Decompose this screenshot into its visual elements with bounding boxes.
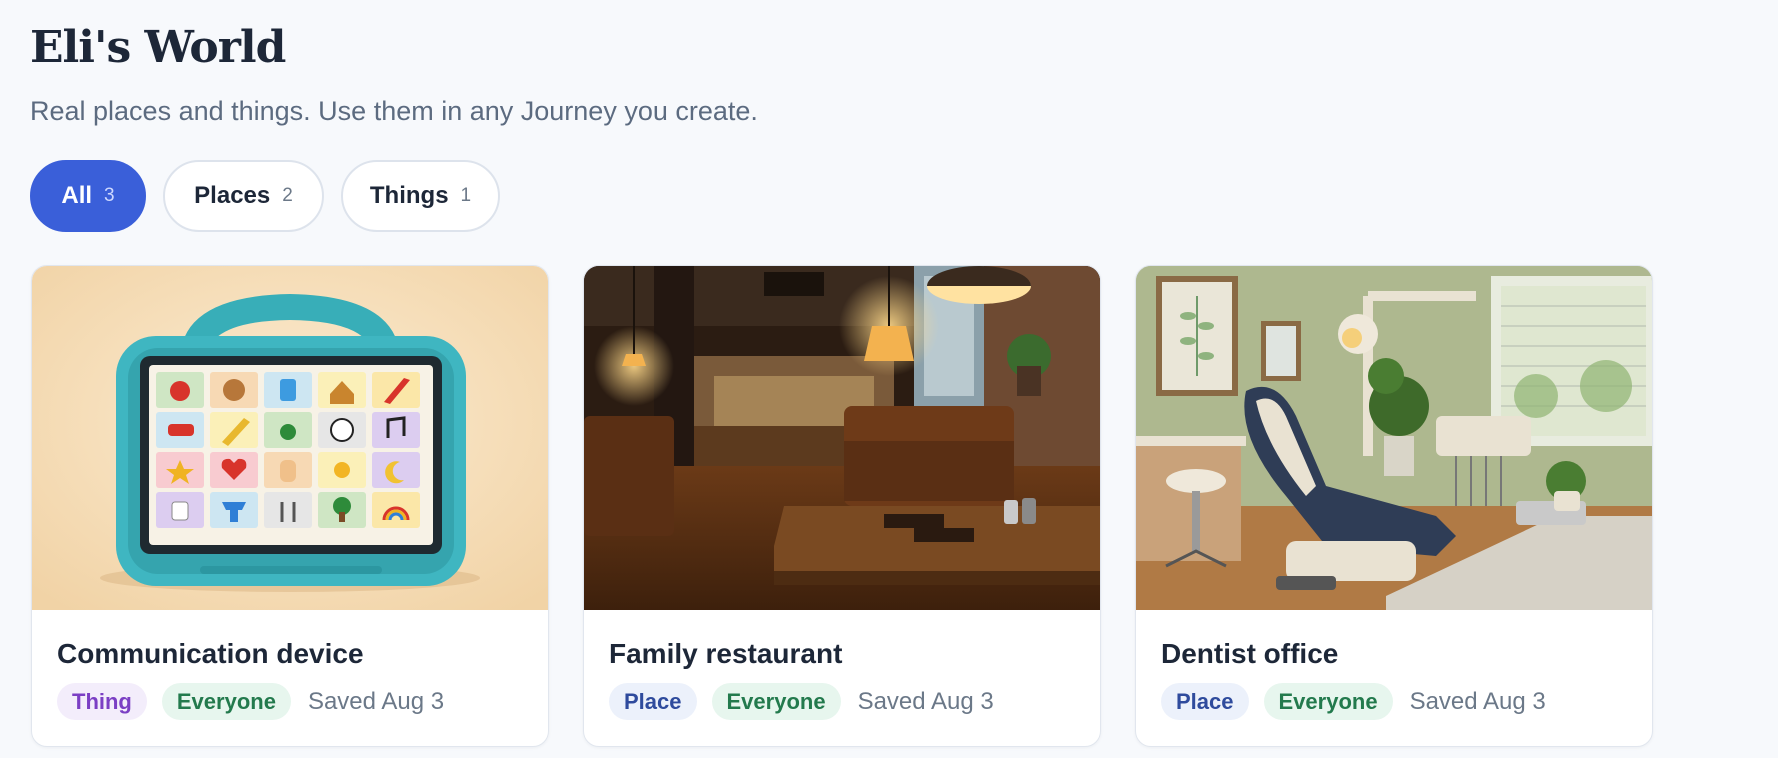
- filter-all-chip[interactable]: All 3: [30, 160, 146, 232]
- audience-badge: Everyone: [711, 683, 841, 720]
- audience-badge: Everyone: [161, 683, 291, 720]
- filter-places-chip[interactable]: Places 2: [163, 160, 324, 232]
- card-title: Communication device: [57, 638, 364, 669]
- filter-all-label: All: [61, 182, 93, 209]
- filter-places-label: Places: [194, 182, 271, 209]
- filter-bar: All 3 Places 2 Things 1: [30, 160, 500, 232]
- card-communication-device[interactable]: Communication device Thing Everyone Save…: [31, 265, 549, 747]
- filter-things-count: 1: [460, 185, 472, 206]
- filter-things-chip[interactable]: Things 1: [341, 160, 500, 232]
- card-title: Dentist office: [1161, 638, 1339, 669]
- type-badge: Thing: [57, 683, 147, 720]
- audience-badge: Everyone: [1263, 683, 1393, 720]
- card-meta: Place Everyone Saved Aug 3: [1161, 683, 1546, 720]
- filter-all-count: 3: [104, 185, 115, 206]
- card-image-dentist: [1136, 266, 1652, 610]
- filter-things-label: Things: [369, 182, 449, 209]
- card-meta: Thing Everyone Saved Aug 3: [57, 683, 444, 720]
- type-badge: Place: [609, 683, 697, 720]
- type-badge: Place: [1161, 683, 1249, 720]
- card-image-restaurant: [584, 266, 1100, 610]
- saved-date: Saved Aug 3: [307, 687, 445, 715]
- page-title: Eli's World: [30, 22, 286, 73]
- card-family-restaurant[interactable]: Family restaurant Place Everyone Saved A…: [583, 265, 1101, 747]
- saved-date: Saved Aug 3: [1409, 687, 1546, 715]
- page-subtitle: Real places and things. Use them in any …: [30, 96, 758, 126]
- filter-places-count: 2: [282, 185, 293, 206]
- card-dentist-office[interactable]: Dentist office Place Everyone Saved Aug …: [1135, 265, 1653, 747]
- saved-date: Saved Aug 3: [857, 687, 994, 715]
- card-meta: Place Everyone Saved Aug 3: [609, 683, 994, 720]
- card-title: Family restaurant: [609, 638, 843, 669]
- card-image-tablet: [32, 266, 548, 610]
